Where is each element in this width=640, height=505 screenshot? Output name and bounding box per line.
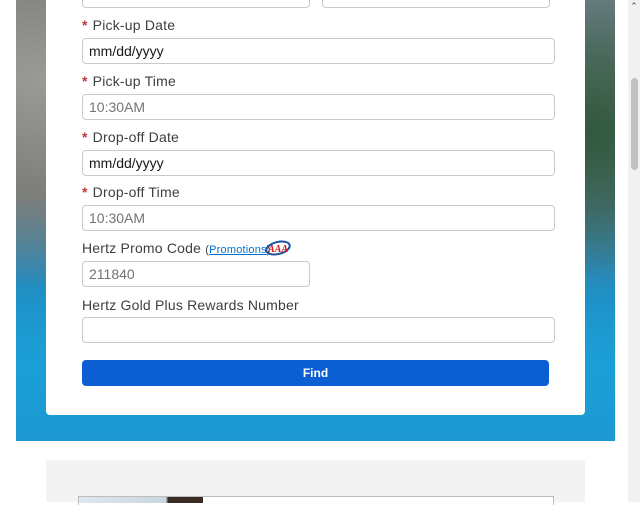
find-button[interactable]: Find	[82, 360, 549, 386]
pickup-date-label: * Pick-up Date	[82, 17, 176, 33]
required-marker: *	[82, 73, 88, 89]
promo-code-label: Hertz Promo Code (Promotions)	[82, 240, 271, 256]
aaa-logo-icon: AAA	[265, 240, 291, 256]
pickup-time-label: * Pick-up Time	[82, 73, 176, 89]
svg-text:AAA: AAA	[267, 244, 288, 255]
dropoff-time-label: * Drop-off Time	[82, 184, 180, 200]
gold-plus-label: Hertz Gold Plus Rewards Number	[82, 297, 299, 313]
dropoff-date-label: * Drop-off Date	[82, 129, 180, 145]
pickup-time-input[interactable]: 10:30AM	[82, 94, 555, 120]
required-marker: *	[82, 17, 88, 33]
required-marker: *	[82, 129, 88, 145]
promotions-link[interactable]: Promotions	[209, 244, 267, 256]
required-marker: *	[82, 184, 88, 200]
promo-code-input[interactable]: 211840	[82, 261, 310, 287]
pickup-date-input[interactable]: mm/dd/yyyy	[82, 38, 555, 64]
gold-plus-input[interactable]	[82, 317, 555, 343]
dropoff-time-input[interactable]: 10:30AM	[82, 205, 555, 231]
dropoff-date-input[interactable]: mm/dd/yyyy	[82, 150, 555, 176]
